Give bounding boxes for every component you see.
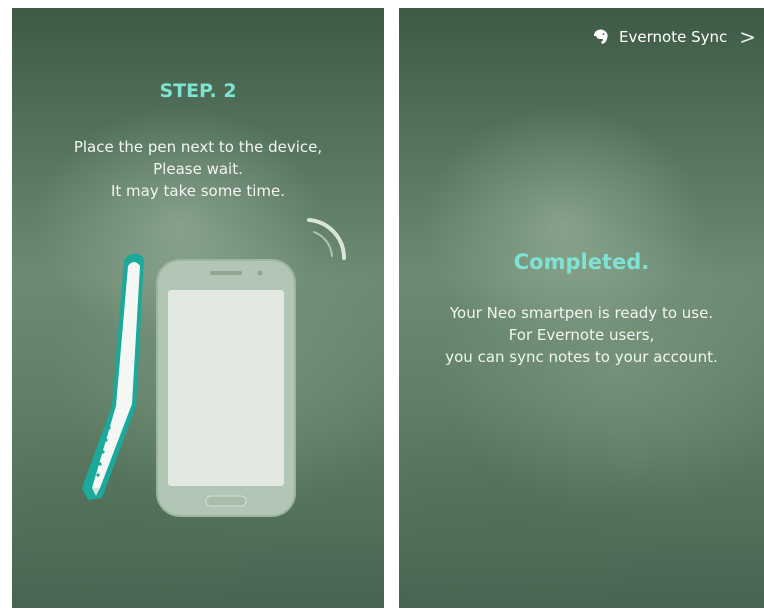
chevron-right-icon: > [739,25,756,49]
pen-and-phone-illustration [82,218,347,517]
pairing-completed-screen: Evernote Sync > Completed. Your Neo smar… [399,8,764,608]
pairing-step-screen: STEP. 2 Place the pen next to the device… [12,8,384,608]
message-line: Your Neo smartpen is ready to use. [449,304,714,322]
message-line: For Evernote users, [508,326,655,344]
loading-spinner-icon [307,218,347,260]
evernote-elephant-icon [594,29,608,44]
smartpen-icon [82,253,144,500]
completed-message: Your Neo smartpen is ready to use. For E… [399,302,764,368]
evernote-sync-label: Evernote Sync [619,28,728,46]
message-line: you can sync notes to your account. [445,348,718,366]
evernote-sync-button[interactable]: Evernote Sync > [591,24,756,50]
phone-icon [156,259,296,517]
completed-title: Completed. [513,250,650,274]
